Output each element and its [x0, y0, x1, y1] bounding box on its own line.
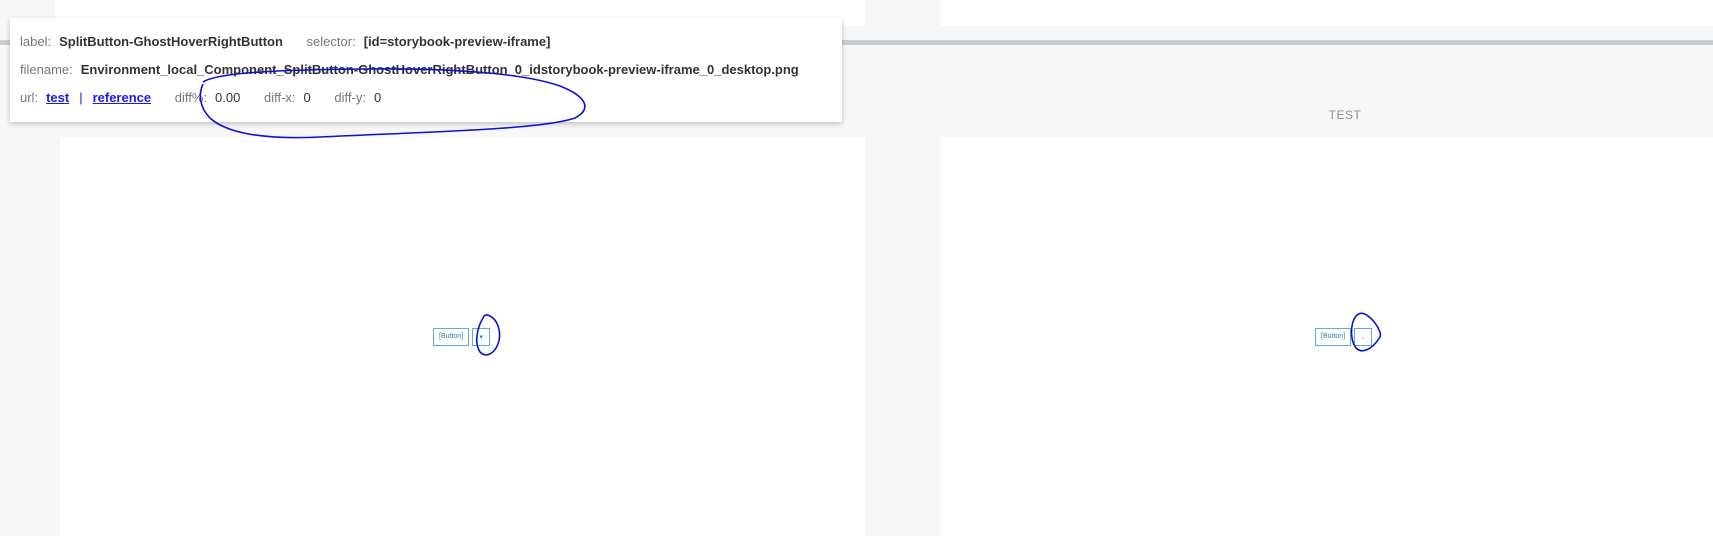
- url-key: url:: [20, 90, 39, 105]
- test-link[interactable]: test: [46, 90, 69, 105]
- filename-row: filename: Environment_local_Component_Spl…: [20, 62, 819, 77]
- diff-x-value: 0: [303, 90, 311, 105]
- selector-key: selector:: [306, 34, 356, 49]
- caret-down-icon: ▾: [479, 334, 483, 341]
- diff-y-key: diff-y:: [334, 90, 366, 105]
- reference-link[interactable]: reference: [93, 90, 152, 105]
- chevron-down-icon: ⌄: [1360, 334, 1367, 341]
- diff-x-key: diff-x:: [263, 90, 296, 105]
- test-split-arrow-button[interactable]: ⌄: [1354, 328, 1373, 346]
- diff-percent-key: diff%:: [174, 90, 208, 105]
- diff-y-value: 0: [373, 90, 382, 105]
- test-column-header: TEST: [1328, 108, 1362, 122]
- label-value: SplitButton-GhostHoverRightButton: [59, 34, 283, 49]
- test-panel-top: [941, 0, 1713, 26]
- label-row: label: SplitButton-GhostHoverRightButton …: [20, 34, 570, 49]
- reference-split-button[interactable]: [Button] ▾: [433, 328, 491, 346]
- label-key: label:: [20, 34, 52, 49]
- filename-key: filename:: [20, 62, 73, 77]
- selector-value: [id=storybook-preview-iframe]: [363, 34, 551, 49]
- test-split-main-button[interactable]: [Button]: [1315, 328, 1352, 346]
- reference-split-main-button[interactable]: [Button]: [433, 328, 470, 346]
- diff-percent-value: 0.00: [215, 90, 241, 105]
- diff-info-card: label: SplitButton-GhostHoverRightButton …: [10, 18, 842, 122]
- filename-value: Environment_local_Component_SplitButton-…: [80, 62, 799, 77]
- link-separator: |: [79, 90, 83, 105]
- reference-split-arrow-button[interactable]: ▾: [472, 328, 491, 346]
- test-split-button[interactable]: [Button] ⌄: [1315, 328, 1373, 346]
- url-row: url: test | reference diff%: 0.00 diff-x: 0 d…: [20, 90, 401, 105]
